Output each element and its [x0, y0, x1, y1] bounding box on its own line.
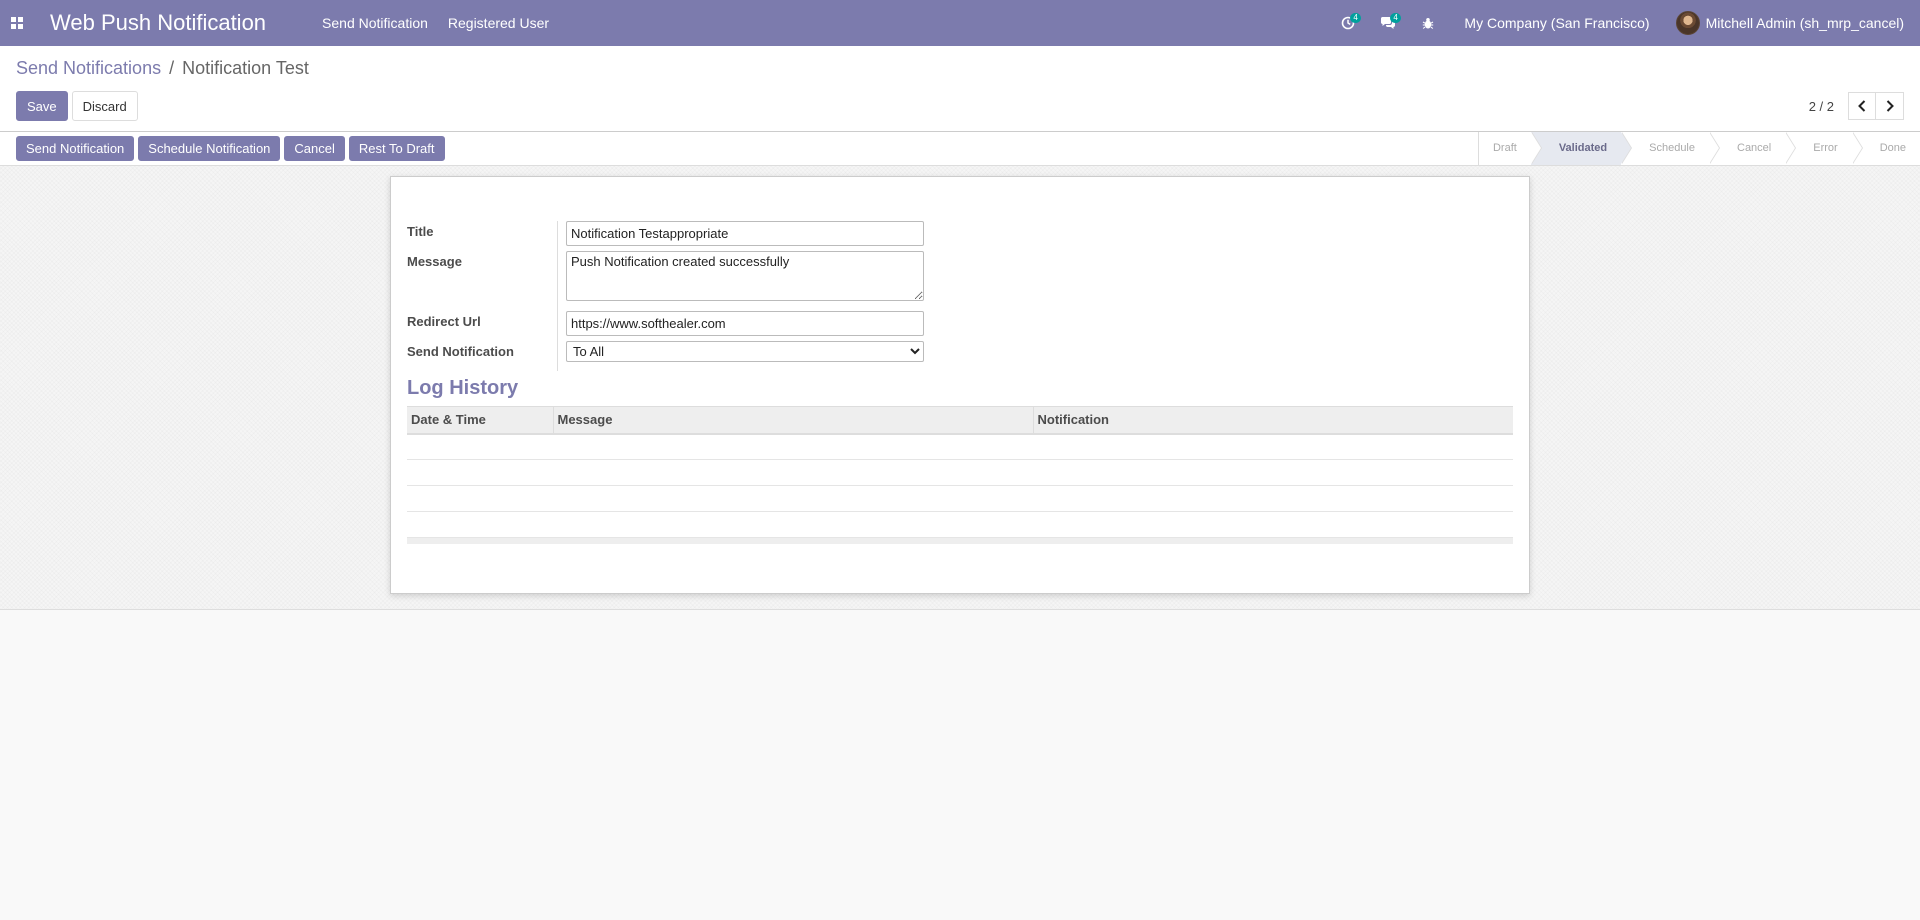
cancel-button[interactable]: Cancel [284, 136, 345, 161]
status-stages: Draft Validated Schedule Cancel Error Do… [1477, 132, 1920, 165]
pager: 2 / 2 [1809, 92, 1904, 120]
user-menu[interactable]: Mitchell Admin (sh_mrp_cancel) [1675, 11, 1904, 35]
message-label: Message [407, 251, 558, 311]
user-avatar [1675, 11, 1700, 35]
systray: 4 4 My Company (San Francisco) Mitchell … [1328, 0, 1920, 46]
company-switcher[interactable]: My Company (San Francisco) [1464, 15, 1649, 31]
chevron-right-icon [1886, 100, 1894, 112]
table-footer [407, 537, 1513, 544]
app-title[interactable]: Web Push Notification [50, 10, 266, 36]
send-notification-row: Send Notification To All [407, 341, 927, 371]
log-history-table: Date & Time Message Notification [407, 406, 1513, 544]
reset-to-draft-button[interactable]: Rest To Draft [348, 136, 445, 161]
chevron-left-icon [1858, 100, 1866, 112]
table-row [407, 511, 1513, 538]
message-row: Message Push Notification created succes… [407, 251, 927, 311]
menu-item-send-notification[interactable]: Send Notification [312, 0, 438, 46]
redirect-url-label: Redirect Url [407, 311, 558, 341]
pager-next-button[interactable] [1876, 92, 1904, 120]
table-row [407, 485, 1513, 512]
stage-draft[interactable]: Draft [1477, 132, 1542, 165]
notification-fields: Title Message Push Notification created … [407, 221, 927, 371]
redirect-url-input[interactable] [566, 311, 924, 336]
stage-schedule[interactable]: Schedule [1621, 132, 1720, 165]
breadcrumb-separator: / [169, 58, 175, 78]
message-textarea[interactable]: Push Notification created successfully [566, 251, 924, 301]
log-history-title: Log History [407, 377, 519, 399]
top-navbar: Web Push Notification Send Notification … [0, 0, 1920, 46]
form-sheet: Title Message Push Notification created … [390, 176, 1530, 594]
activity-badge: 4 [1350, 13, 1361, 23]
table-row [407, 433, 1513, 460]
messages-badge: 4 [1390, 13, 1401, 23]
send-notification-button[interactable]: Send Notification [16, 136, 135, 161]
form-view: Title Message Push Notification created … [0, 166, 1920, 610]
form-buttons: Save Discard [16, 91, 138, 121]
title-input[interactable] [566, 221, 924, 246]
title-row: Title [407, 221, 927, 251]
apps-menu-icon[interactable] [2, 0, 32, 46]
messages-chat-icon[interactable]: 4 [1368, 0, 1408, 46]
pager-previous-button[interactable] [1848, 92, 1876, 120]
schedule-notification-button[interactable]: Schedule Notification [138, 136, 281, 161]
menu-item-registered-user[interactable]: Registered User [438, 0, 559, 46]
title-label: Title [407, 221, 558, 251]
breadcrumb-parent-link[interactable]: Send Notifications [16, 58, 161, 78]
save-button[interactable]: Save [16, 91, 68, 121]
breadcrumb-current: Notification Test [182, 58, 309, 78]
main-menu: Send Notification Registered User [312, 0, 559, 46]
discard-button[interactable]: Discard [71, 91, 138, 121]
status-bar: Send Notification Schedule Notification … [0, 132, 1920, 166]
debug-bug-icon[interactable] [1408, 0, 1448, 46]
user-name: Mitchell Admin (sh_mrp_cancel) [1705, 15, 1904, 31]
control-panel: Send Notifications / Notification Test S… [0, 46, 1920, 132]
column-message[interactable]: Message [553, 406, 1034, 435]
column-notification[interactable]: Notification [1033, 406, 1513, 435]
pager-value[interactable]: 2 / 2 [1809, 99, 1834, 114]
breadcrumb: Send Notifications / Notification Test [16, 58, 309, 79]
table-row [407, 459, 1513, 486]
stage-validated[interactable]: Validated [1530, 132, 1633, 165]
send-notification-select[interactable]: To All [566, 341, 924, 362]
log-header-row: Date & Time Message Notification [407, 406, 1513, 435]
stage-cancel[interactable]: Cancel [1709, 132, 1797, 165]
status-bar-buttons: Send Notification Schedule Notification … [16, 136, 445, 161]
activity-clock-icon[interactable]: 4 [1328, 0, 1368, 46]
column-date-time[interactable]: Date & Time [407, 406, 554, 435]
send-notification-label: Send Notification [407, 341, 558, 371]
redirect-url-row: Redirect Url [407, 311, 927, 341]
